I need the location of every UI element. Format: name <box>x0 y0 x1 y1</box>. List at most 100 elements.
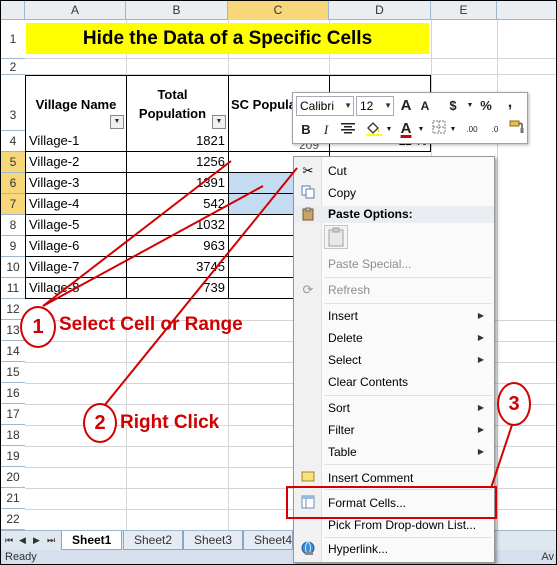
menu-item-refresh[interactable]: ⟳ Refresh <box>294 279 494 301</box>
borders-button[interactable] <box>429 120 449 140</box>
filter-dropdown-icon[interactable]: ▼ <box>110 115 124 129</box>
refresh-icon: ⟳ <box>302 282 314 297</box>
row-header-10[interactable]: 10 <box>1 257 25 278</box>
menu-item-clear-contents[interactable]: Clear Contents <box>294 371 494 393</box>
italic-button[interactable]: I <box>317 120 335 140</box>
row-header-2[interactable]: 2 <box>1 59 25 75</box>
row-header-4[interactable]: 4 <box>1 131 25 152</box>
menu-item-filter[interactable]: Filter ▶ <box>294 419 494 441</box>
row-header-5[interactable]: 5 <box>1 152 25 173</box>
row-header-16[interactable]: 16 <box>1 383 25 404</box>
cell-total-2[interactable]: 1256 <box>126 152 229 173</box>
header-village-name[interactable]: Village Name ▼ <box>25 75 127 132</box>
column-header-b[interactable]: B <box>126 1 228 20</box>
paste-icon <box>300 207 316 223</box>
menu-item-hyperlink[interactable]: Hyperlink... <box>294 538 494 560</box>
filter-dropdown-icon[interactable]: ▼ <box>212 115 226 129</box>
row-header-8[interactable]: 8 <box>1 215 25 236</box>
first-sheet-icon[interactable]: ⏮ <box>5 535 15 546</box>
row-header-9[interactable]: 9 <box>1 236 25 257</box>
menu-item-cut-label: Cut <box>328 164 347 178</box>
chevron-right-icon: ▶ <box>477 425 484 434</box>
decrease-decimal-icon: .0 <box>491 125 499 134</box>
menu-item-insert[interactable]: Insert ▶ <box>294 305 494 327</box>
select-all-corner[interactable] <box>1 1 25 20</box>
row-header-22[interactable]: 22 <box>1 509 25 530</box>
row-header-17[interactable]: 17 <box>1 404 25 425</box>
cell-village-7[interactable]: Village-7 <box>25 257 127 278</box>
comma-icon: , <box>507 94 513 111</box>
step2-badge: 2 <box>83 403 117 443</box>
cell-village-5[interactable]: Village-5 <box>25 215 127 236</box>
cell-total-5[interactable]: 1032 <box>126 215 229 236</box>
center-button[interactable] <box>339 120 357 140</box>
menu-item-paste-special[interactable]: Paste Special... <box>294 253 494 275</box>
cell-total-3[interactable]: 1391 <box>126 173 229 194</box>
font-name-select[interactable]: Calibri ▼ <box>296 96 354 116</box>
cell-village-3[interactable]: Village-3 <box>25 173 127 194</box>
column-header-c[interactable]: C <box>228 1 329 20</box>
row-header-14[interactable]: 14 <box>1 341 25 362</box>
cell-village-4[interactable]: Village-4 <box>25 194 127 215</box>
currency-button[interactable]: $ <box>443 96 463 116</box>
format-painter-button[interactable] <box>507 120 527 140</box>
cell-total-8[interactable]: 739 <box>126 278 229 299</box>
chevron-down-icon[interactable]: ▼ <box>449 120 457 140</box>
row-header-1[interactable]: 1 <box>1 20 25 59</box>
row-header-15[interactable]: 15 <box>1 362 25 383</box>
step2-label: Right Click <box>120 412 220 433</box>
menu-item-delete[interactable]: Delete ▶ <box>294 327 494 349</box>
font-size-select[interactable]: 12 ▼ <box>356 96 394 116</box>
status-average: Av <box>541 551 554 563</box>
shrink-font-button[interactable]: A <box>417 96 433 116</box>
row-header-20[interactable]: 20 <box>1 467 25 488</box>
cell-total-1[interactable]: 1821 <box>126 131 229 152</box>
menu-item-sort[interactable]: Sort ▶ <box>294 397 494 419</box>
grow-font-icon: A <box>400 97 412 114</box>
cell-village-1[interactable]: Village-1 <box>25 131 127 152</box>
tab-sheet4[interactable]: Sheet4 <box>243 531 293 550</box>
row-header-19[interactable]: 19 <box>1 446 25 467</box>
cell-village-6[interactable]: Village-6 <box>25 236 127 257</box>
comma-style-button[interactable]: , <box>501 93 519 113</box>
menu-item-table[interactable]: Table ▶ <box>294 441 494 463</box>
cell-village-2[interactable]: Village-2 <box>25 152 127 173</box>
header-total-population[interactable]: Total Population ▼ <box>126 75 229 132</box>
bold-button[interactable]: B <box>297 120 315 140</box>
excel-window: A B C D E 1 2 3 4 5 6 7 8 9 10 11 12 13 … <box>1 1 556 564</box>
italic-icon: I <box>323 122 329 137</box>
increase-decimal-button[interactable]: .00 <box>461 120 483 140</box>
font-color-button[interactable]: A <box>397 119 415 139</box>
row-header-11[interactable]: 11 <box>1 278 25 299</box>
column-header-e[interactable]: E <box>431 1 497 20</box>
chevron-down-icon[interactable]: ▼ <box>385 120 393 140</box>
decrease-decimal-button[interactable]: .0 <box>485 120 505 140</box>
menu-item-cut[interactable]: ✂ Cut <box>294 160 494 182</box>
cell-total-7[interactable]: 3745 <box>126 257 229 278</box>
paste-option-button[interactable] <box>324 225 348 249</box>
menu-item-copy[interactable]: Copy <box>294 182 494 204</box>
fill-color-button[interactable] <box>363 120 385 140</box>
prev-sheet-icon[interactable]: ◀ <box>19 535 29 546</box>
grow-font-button[interactable]: A <box>397 96 415 116</box>
next-sheet-icon[interactable]: ▶ <box>33 535 43 546</box>
row-header-6[interactable]: 6 <box>1 173 25 194</box>
row-header-3[interactable]: 3 <box>1 75 25 131</box>
row-header-18[interactable]: 18 <box>1 425 25 446</box>
cell-village-8[interactable]: Village-8 <box>25 278 127 299</box>
chevron-down-icon[interactable]: ▼ <box>465 96 475 116</box>
column-header-a[interactable]: A <box>25 1 126 20</box>
column-header-d[interactable]: D <box>329 1 431 20</box>
row-header-7[interactable]: 7 <box>1 194 25 215</box>
last-sheet-icon[interactable]: ⏭ <box>47 535 57 546</box>
cell-total-4[interactable]: 542 <box>126 194 229 215</box>
tab-sheet1[interactable]: Sheet1 <box>61 531 123 550</box>
percent-button[interactable]: % <box>477 96 495 116</box>
menu-item-select[interactable]: Select ▶ <box>294 349 494 371</box>
chevron-down-icon[interactable]: ▼ <box>417 120 425 140</box>
tab-sheet3[interactable]: Sheet3 <box>183 531 244 550</box>
mini-toolbar: Calibri ▼ 12 ▼ A A $ ▼ % , B I ▼ A ▼ ▼ .… <box>292 92 528 144</box>
row-header-21[interactable]: 21 <box>1 488 25 509</box>
cell-total-6[interactable]: 963 <box>126 236 229 257</box>
tab-sheet2[interactable]: Sheet2 <box>123 531 184 550</box>
